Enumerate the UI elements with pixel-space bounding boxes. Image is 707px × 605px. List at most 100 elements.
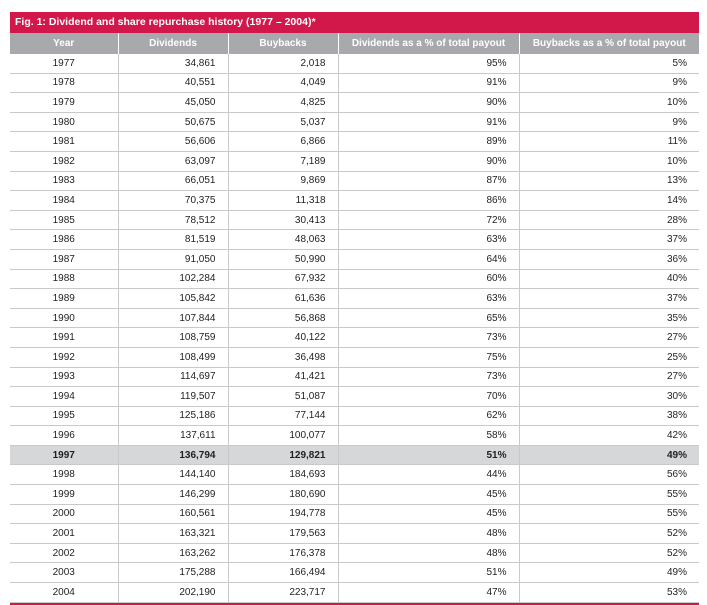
cell-year: 1991 xyxy=(10,327,118,348)
cell-buybacks-pct: 10% xyxy=(518,151,699,172)
cell-buybacks-pct: 5% xyxy=(518,54,699,74)
cell-dividends-pct: 87% xyxy=(337,171,519,192)
cell-dividends-pct: 51% xyxy=(337,562,519,584)
cell-buybacks: 41,421 xyxy=(227,367,338,388)
cell-buybacks: 223,717 xyxy=(227,582,338,603)
col-header-dividends-pct: Dividends as a % of total payout xyxy=(337,33,519,54)
col-header-dividends: Dividends xyxy=(117,33,228,54)
cell-year: 1993 xyxy=(10,367,118,388)
cell-year: 1997 xyxy=(10,445,118,466)
cell-buybacks-pct: 25% xyxy=(518,347,699,368)
cell-buybacks: 194,778 xyxy=(227,504,338,525)
cell-year: 2000 xyxy=(10,504,118,525)
table-row: 2003 175,288 166,494 51% 49% xyxy=(10,562,699,584)
table-row: 1997 136,794 129,821 51% 49% xyxy=(10,445,699,466)
cell-buybacks: 40,122 xyxy=(227,327,338,348)
col-header-year: Year xyxy=(10,33,118,54)
cell-dividends-pct: 89% xyxy=(337,131,519,152)
cell-buybacks-pct: 30% xyxy=(518,386,699,407)
cell-buybacks-pct: 56% xyxy=(518,464,699,486)
cell-buybacks-pct: 13% xyxy=(518,171,699,192)
cell-buybacks: 9,869 xyxy=(227,171,338,192)
cell-buybacks-pct: 37% xyxy=(518,288,699,309)
cell-year: 1990 xyxy=(10,308,118,329)
table-row: 1989 105,842 61,636 63% 37% xyxy=(10,288,699,309)
table-row: 1980 50,675 5,037 91% 9% xyxy=(10,112,699,133)
cell-year: 1987 xyxy=(10,249,118,270)
cell-year: 1977 xyxy=(10,54,118,74)
cell-dividends: 125,186 xyxy=(117,406,228,427)
cell-buybacks-pct: 42% xyxy=(518,425,699,446)
cell-buybacks-pct: 40% xyxy=(518,269,699,290)
cell-dividends-pct: 51% xyxy=(337,445,519,466)
figure: Fig. 1: Dividend and share repurchase hi… xyxy=(10,12,699,605)
cell-buybacks: 51,087 xyxy=(227,386,338,407)
cell-dividends-pct: 47% xyxy=(337,582,519,603)
cell-buybacks: 5,037 xyxy=(227,112,338,133)
cell-year: 1989 xyxy=(10,288,118,309)
cell-buybacks: 61,636 xyxy=(227,288,338,309)
table-body: 1977 34,861 2,018 95% 5% 1978 40,551 4,049 91% 9%… xyxy=(10,54,699,603)
cell-buybacks-pct: 28% xyxy=(518,210,699,231)
cell-year: 1988 xyxy=(10,269,118,290)
cell-dividends: 160,561 xyxy=(117,504,228,525)
cell-dividends: 56,606 xyxy=(117,131,228,152)
cell-dividends-pct: 45% xyxy=(337,504,519,525)
table-header-row: Year Dividends Buybacks Dividends as a %… xyxy=(10,33,699,54)
table-row: 1996 137,611 100,077 58% 42% xyxy=(10,425,699,446)
cell-dividends: 63,097 xyxy=(117,151,228,172)
cell-dividends: 163,262 xyxy=(117,543,228,564)
cell-dividends: 108,499 xyxy=(117,347,228,368)
cell-buybacks-pct: 52% xyxy=(518,543,699,564)
cell-dividends-pct: 62% xyxy=(337,406,519,427)
cell-dividends-pct: 63% xyxy=(337,288,519,309)
cell-dividends: 119,507 xyxy=(117,386,228,407)
cell-buybacks: 30,413 xyxy=(227,210,338,231)
cell-buybacks: 176,378 xyxy=(227,543,338,564)
cell-buybacks-pct: 9% xyxy=(518,112,699,133)
cell-dividends-pct: 44% xyxy=(337,464,519,486)
cell-buybacks: 36,498 xyxy=(227,347,338,368)
table-row: 2004 202,190 223,717 47% 53% xyxy=(10,582,699,603)
cell-buybacks-pct: 53% xyxy=(518,582,699,603)
cell-buybacks: 77,144 xyxy=(227,406,338,427)
cell-buybacks: 184,693 xyxy=(227,464,338,486)
cell-dividends-pct: 75% xyxy=(337,347,519,368)
cell-buybacks: 56,868 xyxy=(227,308,338,329)
cell-dividends: 107,844 xyxy=(117,308,228,329)
cell-year: 1985 xyxy=(10,210,118,231)
cell-buybacks-pct: 49% xyxy=(518,562,699,584)
cell-year: 1978 xyxy=(10,73,118,94)
cell-year: 1981 xyxy=(10,131,118,152)
cell-year: 1996 xyxy=(10,425,118,446)
cell-buybacks-pct: 36% xyxy=(518,249,699,270)
cell-buybacks-pct: 38% xyxy=(518,406,699,427)
cell-year: 1979 xyxy=(10,92,118,113)
cell-dividends-pct: 95% xyxy=(337,54,519,74)
cell-buybacks-pct: 49% xyxy=(518,445,699,466)
cell-dividends: 81,519 xyxy=(117,229,228,250)
table-row: 1979 45,050 4,825 90% 10% xyxy=(10,92,699,113)
cell-year: 1998 xyxy=(10,464,118,486)
cell-buybacks: 180,690 xyxy=(227,484,338,505)
cell-dividends-pct: 90% xyxy=(337,151,519,172)
cell-buybacks: 166,494 xyxy=(227,562,338,584)
cell-dividends: 66,051 xyxy=(117,171,228,192)
table-row: 1998 144,140 184,693 44% 56% xyxy=(10,464,699,486)
table-row: 1983 66,051 9,869 87% 13% xyxy=(10,171,699,192)
cell-dividends: 34,861 xyxy=(117,54,228,74)
table-row: 1995 125,186 77,144 62% 38% xyxy=(10,406,699,427)
cell-dividends-pct: 58% xyxy=(337,425,519,446)
cell-buybacks-pct: 52% xyxy=(518,523,699,544)
cell-buybacks-pct: 55% xyxy=(518,484,699,505)
table-row: 1987 91,050 50,990 64% 36% xyxy=(10,249,699,270)
table-row: 1988 102,284 67,932 60% 40% xyxy=(10,269,699,290)
cell-year: 1999 xyxy=(10,484,118,505)
cell-dividends-pct: 48% xyxy=(337,523,519,544)
table-row: 1990 107,844 56,868 65% 35% xyxy=(10,308,699,329)
cell-dividends: 91,050 xyxy=(117,249,228,270)
cell-buybacks-pct: 37% xyxy=(518,229,699,250)
cell-dividends-pct: 86% xyxy=(337,190,519,211)
cell-dividends: 78,512 xyxy=(117,210,228,231)
cell-buybacks-pct: 55% xyxy=(518,504,699,525)
